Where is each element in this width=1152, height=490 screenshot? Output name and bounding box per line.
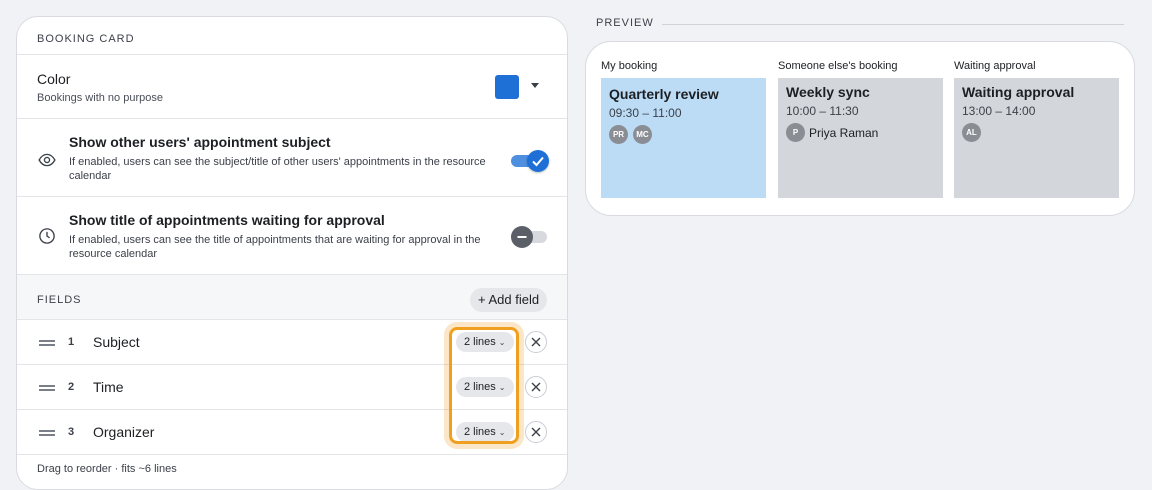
field-name: Time [93,379,124,395]
booking-block[interactable]: Quarterly review 09:30 – 11:00 PR MC [601,78,766,198]
close-icon [531,337,541,347]
remove-field-button[interactable] [525,421,547,443]
avatar: P [786,123,805,142]
column-label: Someone else's booking [778,60,898,72]
booking-block[interactable]: Weekly sync 10:00 – 11:30 P Priya Raman [778,78,943,198]
avatar: MC [633,125,652,144]
lines-value: 2 lines [464,426,496,438]
fields-footer-note: Drag to reorder · fits ~6 lines [37,463,177,475]
booking-card-settings: BOOKING CARD Color Bookings with no purp… [16,16,568,490]
color-title: Color [37,71,71,87]
booking-time: 09:30 – 11:00 [609,106,682,120]
field-row: 3 Organizer 2 lines ⌄ [17,410,567,455]
close-icon [531,427,541,437]
color-swatch[interactable] [495,75,519,99]
minus-icon [517,236,527,238]
check-icon [532,156,544,167]
organizer: P Priya Raman [786,123,935,142]
lines-dropdown[interactable]: 2 lines ⌄ [456,422,514,442]
preview-column-my-booking: My booking Quarterly review 09:30 – 11:0… [601,60,766,198]
avatar: AL [962,123,981,142]
eye-icon [38,153,56,167]
booking-title: Quarterly review [609,86,719,102]
clock-icon [39,228,55,244]
color-setting-row: Color Bookings with no purpose [17,55,567,119]
preview-column-others-booking: Someone else's booking Weekly sync 10:00… [778,60,943,198]
add-field-button[interactable]: + Add field [470,288,548,312]
organizer-name: Priya Raman [809,125,879,140]
booking-title: Weekly sync [786,84,870,100]
column-label: My booking [601,60,658,72]
show-waiting-description: If enabled, users can see the title of a… [69,234,481,260]
preview-card: My booking Quarterly review 09:30 – 11:0… [585,41,1135,216]
close-icon [531,382,541,392]
booking-time: 13:00 – 14:00 [962,104,1036,118]
booking-block[interactable]: Waiting approval 13:00 – 14:00 AL [954,78,1119,198]
chevron-down-icon: ⌄ [498,428,506,437]
preview-column-waiting-approval: Waiting approval Waiting approval 13:00 … [954,60,1119,198]
avatar-group: AL [962,123,1111,142]
booking-time: 10:00 – 11:30 [786,104,859,118]
fields-title: FIELDS [37,294,82,306]
chevron-down-icon[interactable] [531,83,539,88]
lines-value: 2 lines [464,336,496,348]
remove-field-button[interactable] [525,376,547,398]
chevron-down-icon: ⌄ [498,383,506,392]
booking-title: Waiting approval [962,84,1075,100]
drag-handle-icon[interactable] [39,430,55,436]
remove-field-button[interactable] [525,331,547,353]
field-row: 2 Time 2 lines ⌄ [17,365,567,410]
drag-handle-icon[interactable] [39,385,55,391]
field-name: Subject [93,334,140,350]
field-index: 3 [68,426,75,438]
color-subtitle: Bookings with no purpose [37,92,163,104]
show-subject-row: Show other users' appointment subject If… [17,119,567,197]
field-row: 1 Subject 2 lines ⌄ [17,320,567,365]
show-subject-title: Show other users' appointment subject [69,134,331,150]
column-label: Waiting approval [954,60,1036,72]
field-name: Organizer [93,424,155,440]
lines-value: 2 lines [464,381,496,393]
section-title-booking-card: BOOKING CARD [17,17,567,55]
lines-dropdown[interactable]: 2 lines ⌄ [456,377,514,397]
chevron-down-icon: ⌄ [498,338,506,347]
field-index: 2 [68,381,75,393]
show-subject-description: If enabled, users can see the subject/ti… [69,156,486,182]
fields-header: FIELDS + Add field [17,275,567,320]
avatar-group: PR MC [609,125,758,144]
show-waiting-title: Show title of appointments waiting for a… [69,212,385,228]
lines-dropdown[interactable]: 2 lines ⌄ [456,332,514,352]
avatar: PR [609,125,628,144]
show-waiting-row: Show title of appointments waiting for a… [17,197,567,275]
preview-title: PREVIEW [596,17,654,29]
field-index: 1 [68,336,75,348]
drag-handle-icon[interactable] [39,340,55,346]
divider [662,24,1124,25]
